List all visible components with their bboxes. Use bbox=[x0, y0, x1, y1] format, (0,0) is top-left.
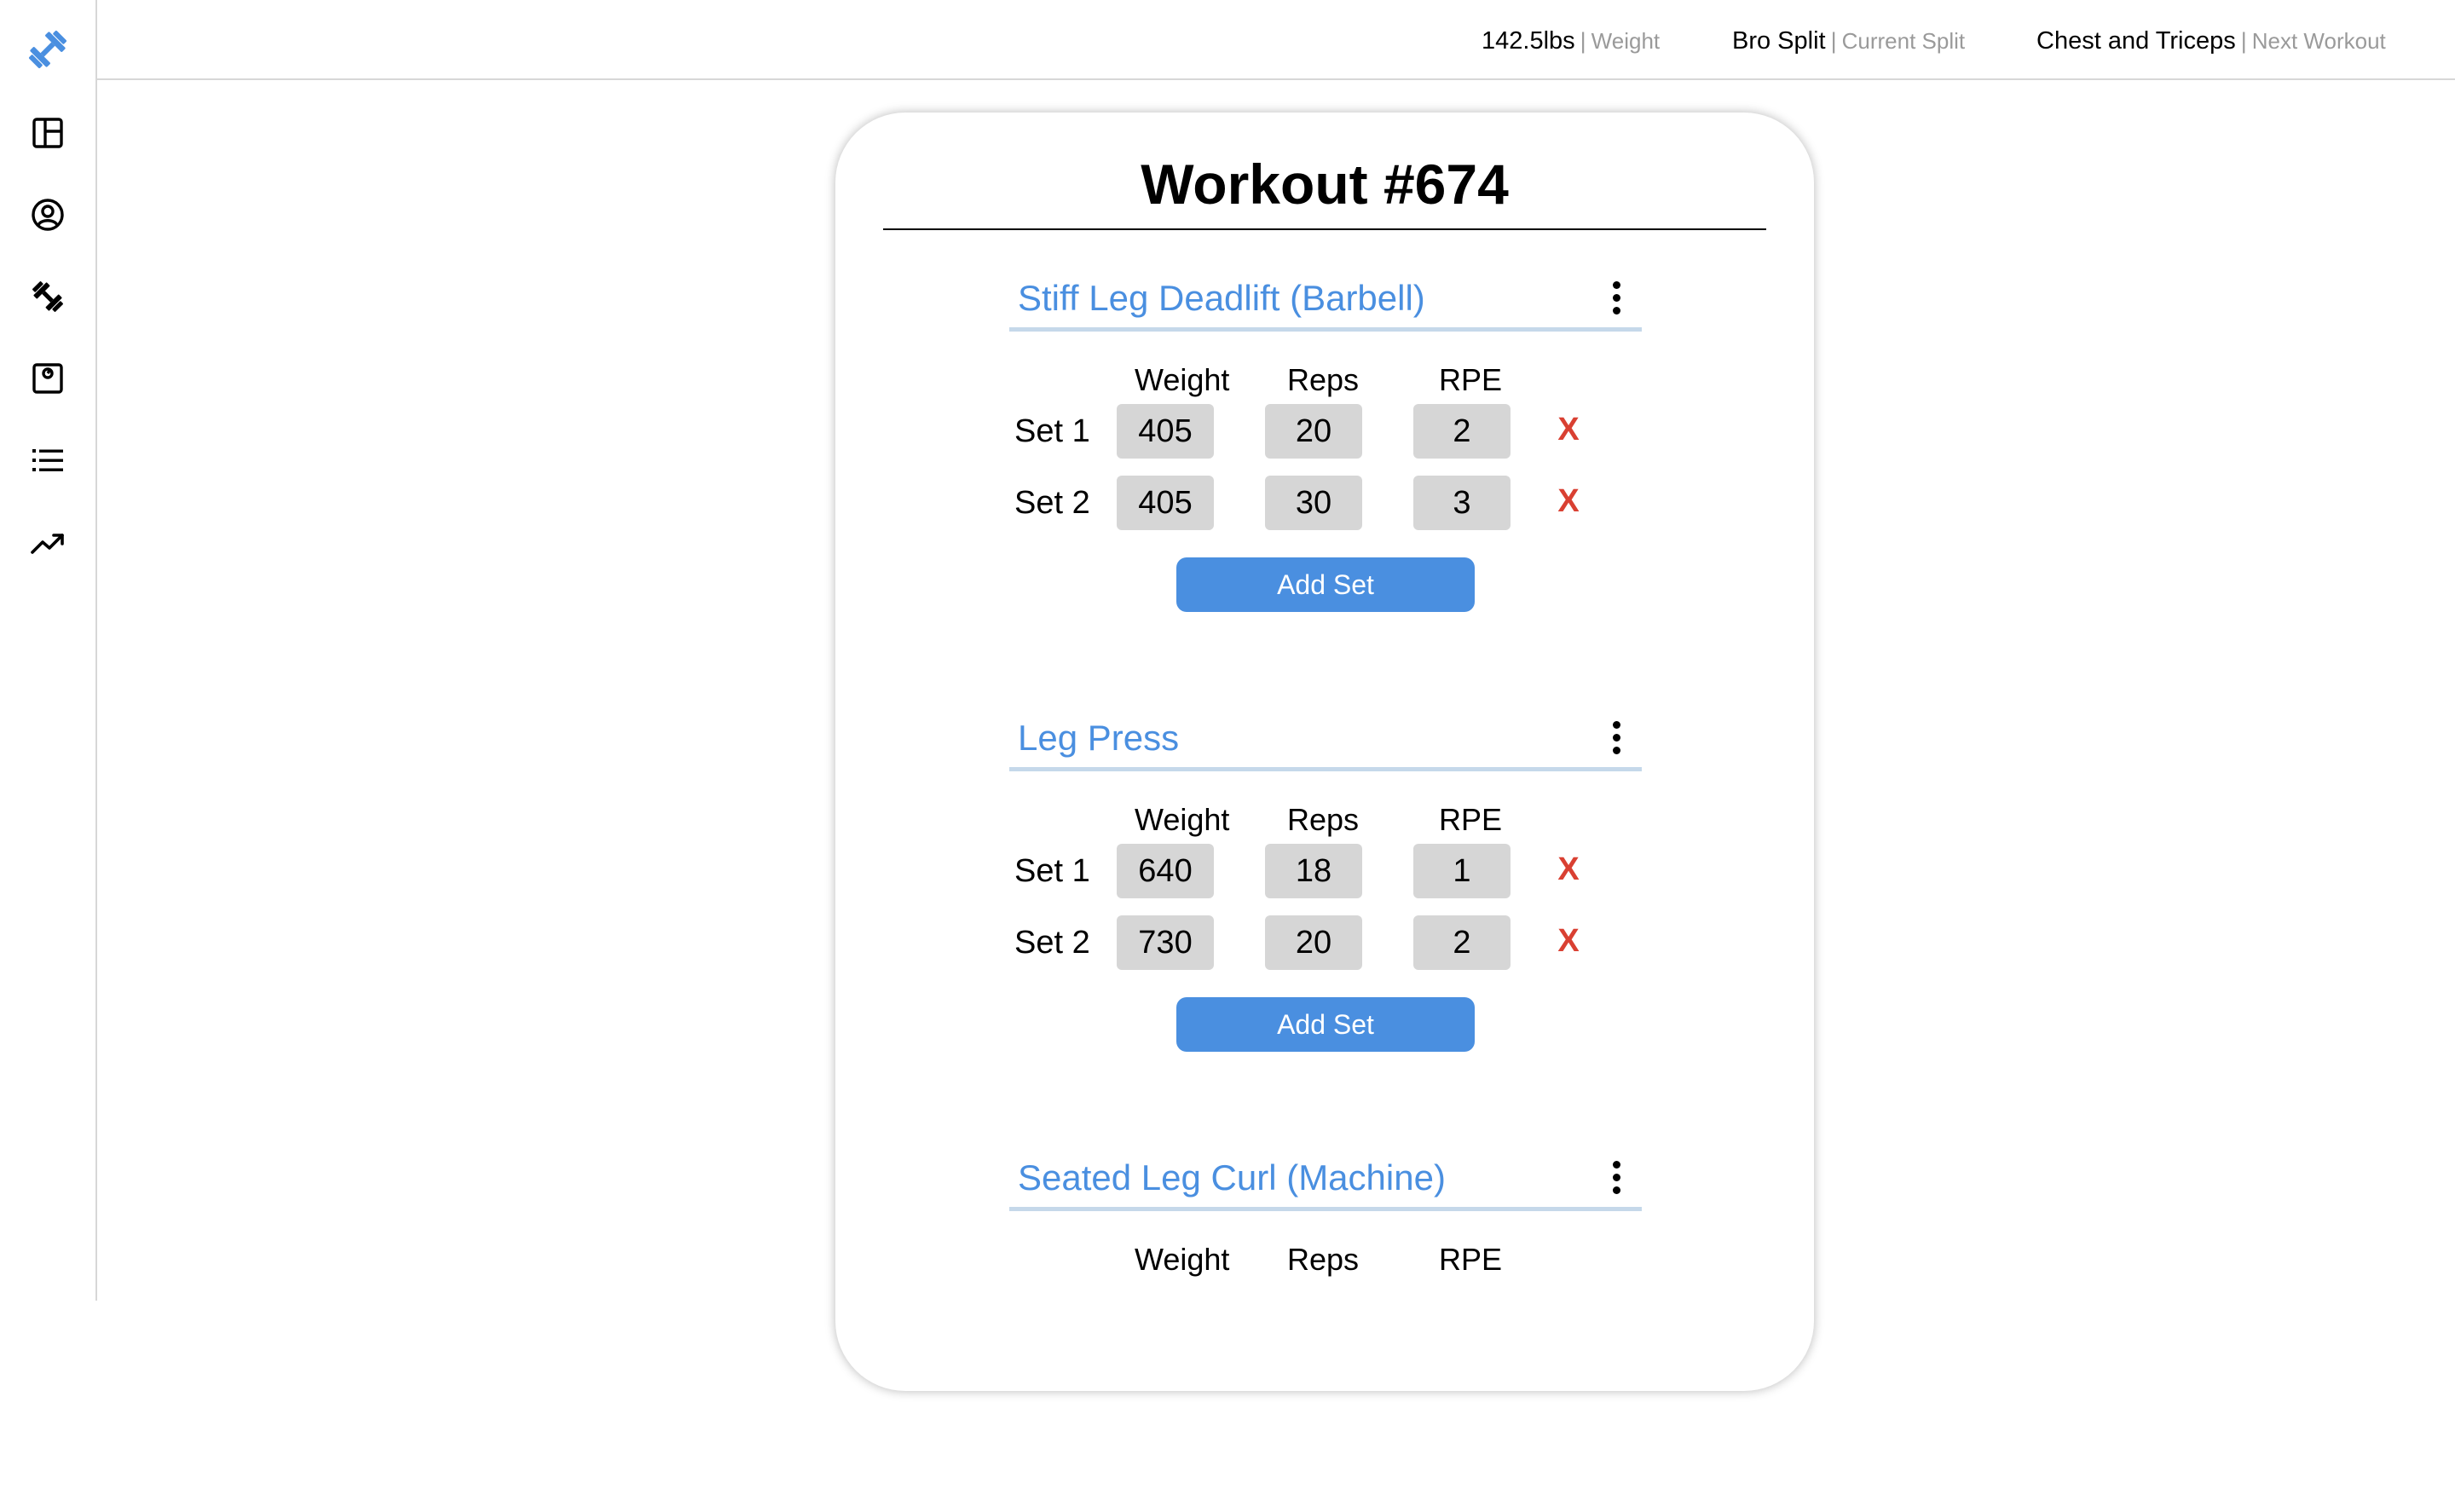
delete-set-button[interactable]: X bbox=[1551, 476, 1586, 530]
weight-value: 142.5lbs bbox=[1482, 27, 1575, 55]
reps-input[interactable]: 20 bbox=[1265, 404, 1362, 459]
exercise-name[interactable]: Seated Leg Curl (Machine) bbox=[1018, 1154, 1446, 1202]
workout-card: Workout #674 Stiff Leg Deadlift (Barbell… bbox=[835, 113, 1814, 1391]
top-header: 142.5lbs | Weight Bro Split | Current Split … bbox=[97, 0, 2455, 80]
column-header-weight: Weight bbox=[1135, 1242, 1230, 1277]
column-header-rpe: RPE bbox=[1439, 802, 1503, 837]
weight-input[interactable]: 640 bbox=[1117, 844, 1214, 898]
column-header-weight: Weight bbox=[1135, 362, 1230, 397]
more-options-icon[interactable] bbox=[1606, 1161, 1626, 1195]
rpe-input[interactable]: 3 bbox=[1413, 476, 1511, 530]
list-icon[interactable] bbox=[24, 436, 72, 484]
set-label: Set 1 bbox=[1014, 413, 1090, 449]
weight-input[interactable]: 730 bbox=[1117, 915, 1214, 970]
profile-icon[interactable] bbox=[24, 191, 72, 239]
delete-set-button[interactable]: X bbox=[1551, 844, 1586, 898]
current-split-stat: Bro Split | Current Split bbox=[1732, 26, 1965, 61]
rpe-input[interactable]: 2 bbox=[1413, 915, 1511, 970]
scale-icon[interactable] bbox=[24, 355, 72, 402]
column-header-reps: Reps bbox=[1287, 802, 1360, 837]
stat-separator: | bbox=[2240, 28, 2247, 54]
more-options-icon[interactable] bbox=[1606, 721, 1626, 755]
exercise-block: Stiff Leg Deadlift (Barbell) Weight Reps… bbox=[1009, 274, 1642, 632]
next-workout-stat: Chest and Triceps | Next Workout bbox=[2036, 26, 2386, 61]
rpe-input[interactable]: 2 bbox=[1413, 404, 1511, 459]
stat-separator: | bbox=[1830, 28, 1837, 54]
column-header-reps: Reps bbox=[1287, 1242, 1360, 1277]
column-header-reps: Reps bbox=[1287, 362, 1360, 397]
weight-stat: 142.5lbs | Weight bbox=[1482, 26, 1660, 61]
delete-set-button[interactable]: X bbox=[1551, 404, 1586, 459]
more-options-icon[interactable] bbox=[1606, 281, 1626, 315]
set-label: Set 2 bbox=[1014, 925, 1090, 961]
set-label: Set 1 bbox=[1014, 853, 1090, 889]
exercise-divider bbox=[1009, 767, 1642, 771]
dashboard-icon[interactable] bbox=[24, 109, 72, 157]
stat-separator: | bbox=[1580, 28, 1586, 54]
next-workout-label: Next Workout bbox=[2251, 28, 2386, 54]
exercise-divider bbox=[1009, 327, 1642, 332]
exercise-name[interactable]: Stiff Leg Deadlift (Barbell) bbox=[1018, 274, 1425, 322]
column-header-rpe: RPE bbox=[1439, 1242, 1503, 1277]
dumbbell-logo-icon[interactable] bbox=[24, 26, 72, 73]
title-divider bbox=[883, 228, 1766, 230]
delete-set-button[interactable]: X bbox=[1551, 915, 1586, 970]
reps-input[interactable]: 18 bbox=[1265, 844, 1362, 898]
column-header-weight: Weight bbox=[1135, 802, 1230, 837]
reps-input[interactable]: 20 bbox=[1265, 915, 1362, 970]
weight-input[interactable]: 405 bbox=[1117, 476, 1214, 530]
exercise-block: Leg Press Weight Reps RPE Set 1 640 18 1… bbox=[1009, 714, 1642, 1072]
column-header-rpe: RPE bbox=[1439, 362, 1503, 397]
current-split-label: Current Split bbox=[1841, 28, 1966, 54]
weight-label: Weight bbox=[1591, 28, 1661, 54]
exercise-divider bbox=[1009, 1207, 1642, 1211]
exercise-name[interactable]: Leg Press bbox=[1018, 714, 1179, 762]
exercise-icon[interactable] bbox=[24, 273, 72, 320]
workout-title: Workout #674 bbox=[1141, 153, 1509, 216]
add-set-button[interactable]: Add Set bbox=[1176, 557, 1475, 612]
exercise-block: Seated Leg Curl (Machine) Weight Reps RP… bbox=[1009, 1154, 1642, 1512]
rpe-input[interactable]: 1 bbox=[1413, 844, 1511, 898]
progress-trend-icon[interactable] bbox=[24, 518, 72, 566]
next-workout-value: Chest and Triceps bbox=[2036, 27, 2236, 55]
reps-input[interactable]: 30 bbox=[1265, 476, 1362, 530]
weight-input[interactable]: 405 bbox=[1117, 404, 1214, 459]
add-set-button[interactable]: Add Set bbox=[1176, 997, 1475, 1052]
set-label: Set 2 bbox=[1014, 485, 1090, 521]
current-split-value: Bro Split bbox=[1732, 27, 1826, 55]
sidebar bbox=[0, 0, 97, 1301]
